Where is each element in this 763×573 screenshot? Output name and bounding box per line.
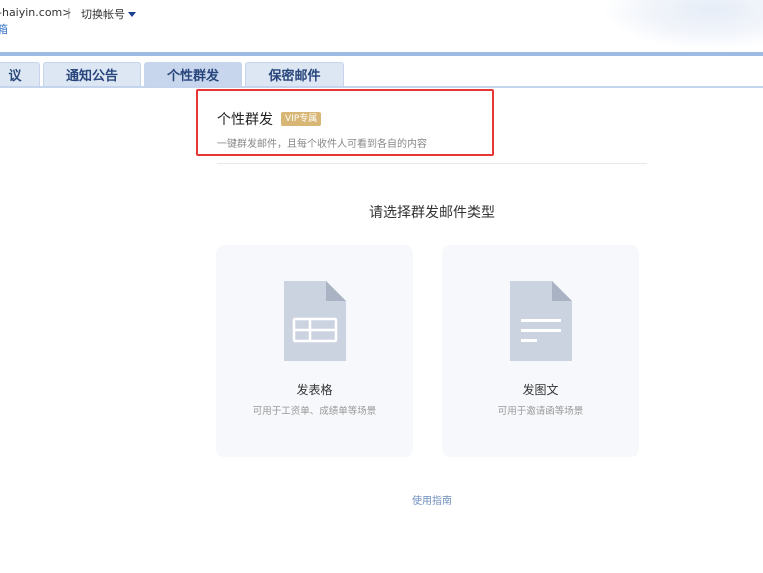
top-header: -haiyin.com> | 切换帐号 箱 [0,0,763,52]
tab-confidential-mail[interactable]: 保密邮件 [245,62,344,87]
card-title: 发图文 [522,383,559,397]
tab-personalized-mass-mail[interactable]: 个性群发 [144,62,242,87]
card-description: 可用于工资单、成绩单等场景 [252,406,377,417]
send-spreadsheet-card[interactable]: 发表格 可用于工资单、成绩单等场景 [216,245,413,457]
caret-down-icon [128,12,136,17]
account-email: -haiyin.com> [0,6,72,19]
header-separator: | [67,6,71,19]
send-rich-text-card[interactable]: 发图文 可用于邀请函等场景 [442,245,639,457]
text-document-icon [510,281,572,361]
section-divider [217,163,647,164]
tab-label: 议 [8,68,22,83]
tab-label: 保密邮件 [268,68,321,83]
header-link-fragment[interactable]: 箱 [0,21,8,37]
switch-account-label: 切换帐号 [81,8,125,21]
tab-label: 个性群发 [166,68,219,83]
choose-type-prompt: 请选择群发邮件类型 [369,205,495,221]
usage-guide-link[interactable]: 使用指南 [332,492,532,507]
card-title: 发表格 [296,383,333,397]
highlight-annotation-box [196,89,494,156]
spreadsheet-document-icon [284,281,346,361]
tab-notice[interactable]: 通知公告 [43,62,141,87]
tab-label: 通知公告 [65,68,118,83]
switch-account-link[interactable]: 切换帐号 [81,6,136,22]
tab-partial[interactable]: 议 [0,62,40,87]
header-cloud-decoration [603,0,763,50]
card-description: 可用于邀请函等场景 [497,406,584,417]
